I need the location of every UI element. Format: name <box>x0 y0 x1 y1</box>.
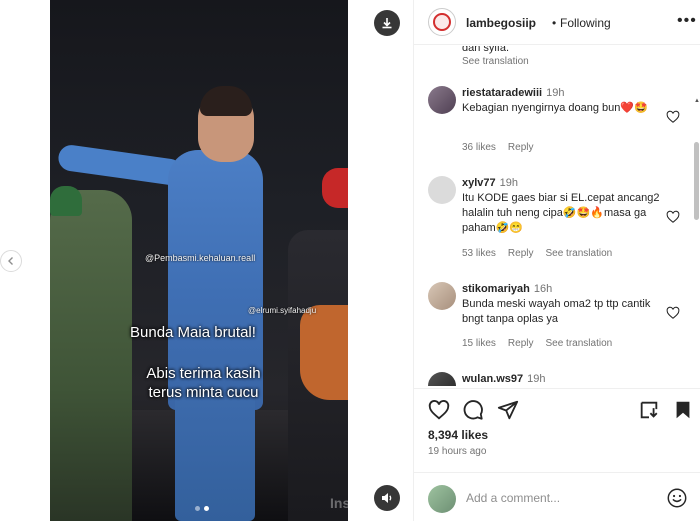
download-button[interactable] <box>374 10 400 36</box>
save-to-collection-icon[interactable] <box>638 399 660 421</box>
video-watermark-1: @Pembasmi.kehaluan.reall <box>145 253 256 263</box>
slide-indicator <box>195 506 209 511</box>
chevron-left-icon <box>8 257 13 265</box>
comment-username[interactable]: xylv77 <box>462 177 496 189</box>
comment-likes[interactable]: 53 likes <box>462 248 496 259</box>
background-person-cap <box>50 186 82 216</box>
post-timestamp: 19 hours ago <box>428 446 487 457</box>
comment-heart-icon[interactable] <box>666 210 680 224</box>
reply-button[interactable]: Reply <box>508 248 534 259</box>
comment-time: 16h <box>533 283 553 295</box>
smile-icon[interactable] <box>666 487 688 509</box>
post-actions-bar <box>414 388 700 428</box>
comment-username[interactable]: wulan.ws97 <box>462 373 523 385</box>
comment-likes[interactable]: 15 likes <box>462 338 496 349</box>
download-icon <box>382 18 392 29</box>
see-translation-link[interactable]: See translation <box>545 248 612 259</box>
slide-dot-active <box>204 506 209 511</box>
bookmark-icon[interactable] <box>672 399 694 421</box>
comment-avatar[interactable] <box>428 86 456 114</box>
comment-body: stikomariyah 16h Bunda meski wayah oma2 t… <box>462 282 662 327</box>
comment-body: riestataradewiii 19h Kebagian nyengirnya … <box>462 86 662 116</box>
comment-heart-icon[interactable] <box>666 110 680 124</box>
comment-avatar[interactable] <box>428 372 456 386</box>
comment-input[interactable] <box>466 491 656 505</box>
comment-meta: 36 likes Reply <box>462 142 533 153</box>
scroll-up-arrow[interactable]: ▲ <box>694 98 700 104</box>
post-video[interactable]: @Pembasmi.kehaluan.reall @elrumi.syifaha… <box>50 0 413 521</box>
comment-body: wulan.ws97 19h <box>462 372 662 386</box>
video-caption-line-2: Abis terima kasih terus minta cucu <box>146 365 261 401</box>
prev-post-button[interactable] <box>0 250 22 272</box>
comment-likes[interactable]: 36 likes <box>462 142 496 153</box>
comment-meta: 53 likes Reply See translation <box>462 248 612 259</box>
comment-time: 19h <box>546 87 565 99</box>
see-translation-link[interactable]: See translation <box>545 338 612 349</box>
comment-time: 19h <box>527 373 546 385</box>
comment-avatar[interactable] <box>428 176 456 204</box>
comment-body: xylv77 19h Itu KODE gaes biar si EL.cepat… <box>462 176 662 236</box>
post-header: lambegosiip • Following ••• <box>414 0 700 45</box>
send-icon[interactable] <box>497 399 519 421</box>
current-user-avatar <box>428 485 456 513</box>
author-username[interactable]: lambegosiip <box>466 16 536 30</box>
speaker-icon <box>382 493 392 503</box>
singer-legs <box>175 400 255 521</box>
video-right-blank <box>348 0 413 521</box>
likes-count[interactable]: 8,394 likes <box>428 428 488 442</box>
comment-text: Kebagian nyengirnya doang bun❤️🤩 <box>462 102 648 114</box>
comment-icon[interactable] <box>462 399 484 421</box>
comment-avatar[interactable] <box>428 282 456 310</box>
comment-heart-icon[interactable] <box>666 306 680 320</box>
slide-dot <box>195 506 200 511</box>
author-logo <box>433 13 451 31</box>
heart-icon[interactable] <box>428 399 450 421</box>
video-watermark-2: @elrumi.syifahadju <box>248 306 317 315</box>
video-caption-line-1: Bunda Maia brutal! <box>130 324 256 341</box>
comments-list: dan syifa. See translation riestataradew… <box>414 46 700 386</box>
reply-button[interactable]: Reply <box>508 142 534 153</box>
left-gutter <box>0 0 50 521</box>
add-comment-bar <box>414 472 700 521</box>
author-avatar[interactable] <box>428 8 456 36</box>
following-button[interactable]: Following <box>560 16 611 30</box>
partial-comment-text: dan syifa. <box>462 46 510 54</box>
comment-text: Bunda meski wayah oma2 tp ttp cantik bng… <box>462 298 651 325</box>
comment-time: 19h <box>499 177 519 189</box>
brand-watermark: Insta <box>330 495 363 511</box>
background-person-left <box>50 190 132 521</box>
reply-button[interactable]: Reply <box>508 338 534 349</box>
post-side-panel: lambegosiip • Following ••• dan syifa. S… <box>413 0 700 521</box>
header-separator: • <box>552 16 557 30</box>
comments-scrollbar[interactable] <box>694 142 699 220</box>
comment-meta: 15 likes Reply See translation <box>462 338 612 349</box>
more-options-icon[interactable]: ••• <box>677 12 697 30</box>
guitar <box>300 305 348 400</box>
comment-text: Itu KODE gaes biar si EL.cepat ancang2 h… <box>462 192 660 234</box>
see-translation-link[interactable]: See translation <box>462 56 529 67</box>
comment-username[interactable]: stikomariyah <box>462 283 530 295</box>
sound-toggle-button[interactable] <box>374 485 400 511</box>
comment-username[interactable]: riestataradewiii <box>462 87 542 99</box>
instagram-post-viewer: @Pembasmi.kehaluan.reall @elrumi.syifaha… <box>0 0 700 521</box>
